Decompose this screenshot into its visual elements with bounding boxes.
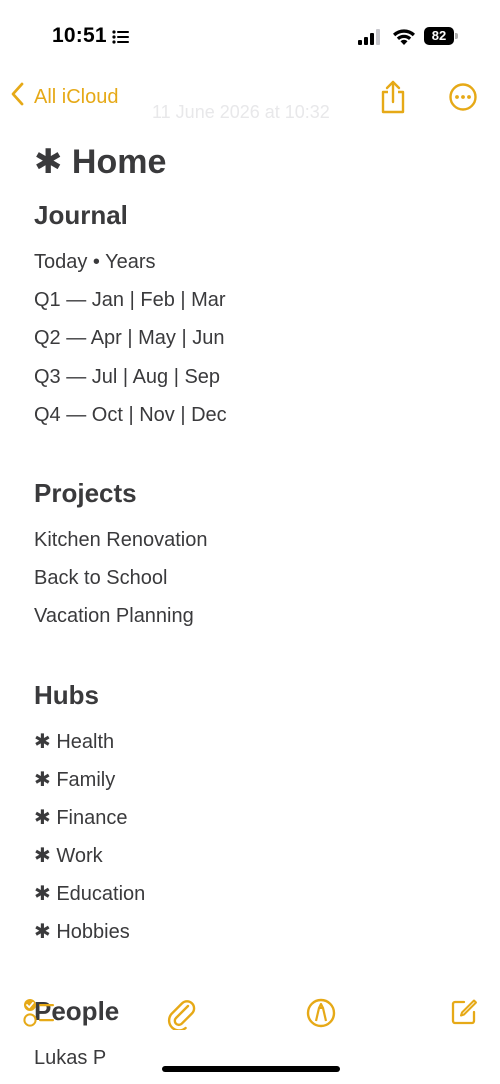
paperclip-icon (166, 1000, 196, 1034)
compose-icon (450, 999, 478, 1030)
ellipsis-circle-icon (448, 83, 478, 116)
project-item[interactable]: Vacation Planning (34, 597, 474, 635)
journal-list: Today • Years Q1 — Jan | Feb | Mar Q2 — … (34, 243, 474, 434)
journal-line[interactable]: Q4 — Oct | Nov | Dec (34, 396, 474, 434)
compose-button[interactable] (450, 998, 478, 1031)
more-button[interactable] (448, 82, 478, 117)
back-button-label: All iCloud (34, 85, 119, 108)
wifi-icon (392, 26, 416, 51)
note-date: 11 June 2026 at 10:32 (152, 102, 330, 122)
journal-line[interactable]: Q1 — Jan | Feb | Mar (34, 281, 474, 319)
checklist-button[interactable] (22, 996, 56, 1033)
battery-tip (455, 33, 458, 39)
bottom-toolbar (0, 990, 500, 1036)
checklist-icon (22, 999, 56, 1032)
battery-indicator: 82 (424, 27, 458, 45)
projects-heading[interactable]: Projects (34, 476, 474, 510)
journal-line[interactable]: Q2 — Apr | May | Jun (34, 319, 474, 357)
attach-button[interactable] (166, 996, 196, 1035)
status-bar: 10:51 82 (0, 0, 500, 72)
markup-pen-icon (306, 998, 336, 1032)
hub-item[interactable]: ✱ Work (34, 837, 474, 875)
hub-item[interactable]: ✱ Education (34, 875, 474, 913)
projects-list: Kitchen Renovation Back to School Vacati… (34, 521, 474, 636)
cellular-signal-icon (358, 29, 382, 50)
markup-button[interactable] (306, 998, 336, 1033)
share-icon (378, 80, 408, 118)
note-body[interactable]: ✱ Home Journal Today • Years Q1 — Jan | … (34, 140, 474, 1077)
project-item[interactable]: Back to School (34, 559, 474, 597)
status-time: 10:51 (52, 24, 107, 47)
journal-line[interactable]: Today • Years (34, 243, 474, 281)
list-icon (112, 29, 130, 50)
hub-item[interactable]: ✱ Family (34, 761, 474, 799)
home-indicator[interactable] (162, 1066, 340, 1072)
chevron-left-icon (10, 82, 34, 112)
hub-item[interactable]: ✱ Hobbies (34, 913, 474, 951)
battery-level: 82 (424, 27, 454, 45)
back-button[interactable]: All iCloud (10, 82, 118, 112)
hub-item[interactable]: ✱ Finance (34, 799, 474, 837)
project-item[interactable]: Kitchen Renovation (34, 521, 474, 559)
journal-line[interactable]: Q3 — Jul | Aug | Sep (34, 358, 474, 396)
note-title[interactable]: ✱ Home (34, 140, 474, 184)
hubs-heading[interactable]: Hubs (34, 678, 474, 712)
nav-bar: All iCloud 11 June 2026 at 10:32 (0, 72, 500, 122)
share-button[interactable] (378, 80, 408, 119)
hub-item[interactable]: ✱ Health (34, 723, 474, 761)
journal-heading[interactable]: Journal (34, 198, 474, 232)
hubs-list: ✱ Health ✱ Family ✱ Finance ✱ Work ✱ Edu… (34, 723, 474, 952)
